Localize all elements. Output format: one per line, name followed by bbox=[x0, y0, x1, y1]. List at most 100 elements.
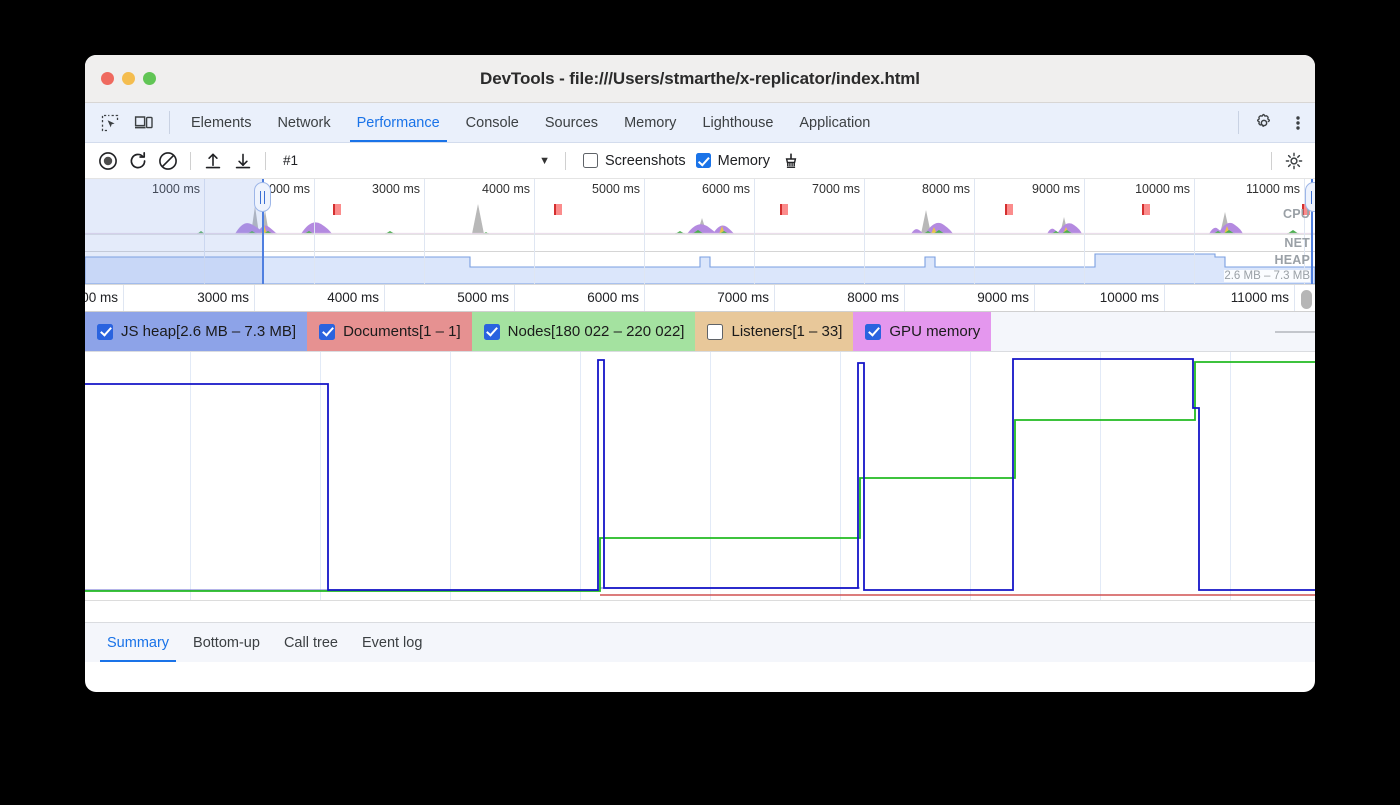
overview-heap-separator bbox=[85, 251, 1315, 252]
load-profile-icon[interactable] bbox=[198, 147, 228, 175]
ruler-tick: 6000 ms bbox=[644, 285, 645, 311]
tab-console[interactable]: Console bbox=[453, 103, 532, 142]
counter-toggle-documents[interactable]: Documents[1 – 1] bbox=[307, 312, 472, 351]
memory-counters-chart[interactable] bbox=[85, 352, 1315, 600]
devtools-window: DevTools - file:///Users/stmarthe/x-repl… bbox=[85, 55, 1315, 692]
counter-toggle-gpu-memory[interactable]: GPU memory bbox=[853, 312, 991, 351]
record-button[interactable] bbox=[93, 147, 123, 175]
ruler-tick: 9000 ms bbox=[1034, 285, 1035, 311]
ruler-tick: 3000 ms bbox=[254, 285, 255, 311]
minimize-button[interactable] bbox=[122, 72, 135, 85]
screenshots-checkbox[interactable]: Screenshots bbox=[583, 153, 686, 169]
checkbox-box bbox=[865, 324, 881, 340]
overview-tick-label: 5000 ms bbox=[592, 182, 640, 196]
overview-tick-label: 8000 ms bbox=[922, 182, 970, 196]
window-controls bbox=[101, 72, 156, 85]
overview-window-left-grip[interactable] bbox=[254, 182, 271, 212]
details-tab-bar: Summary Bottom-up Call tree Event log bbox=[85, 622, 1315, 662]
ruler-tick: 11000 ms bbox=[1294, 285, 1295, 311]
tab-application[interactable]: Application bbox=[786, 103, 883, 142]
overview-tick: 5000 ms bbox=[644, 179, 645, 284]
tab-network[interactable]: Network bbox=[264, 103, 343, 142]
overview-tick-label: 1000 ms bbox=[152, 182, 200, 196]
zoom-button[interactable] bbox=[143, 72, 156, 85]
tabbar-divider bbox=[169, 111, 170, 134]
overview-event-marker[interactable] bbox=[333, 204, 341, 215]
overview-tick-label: 7000 ms bbox=[812, 182, 860, 196]
tab-lighthouse[interactable]: Lighthouse bbox=[689, 103, 786, 142]
checkbox-box bbox=[97, 324, 113, 340]
overview-event-marker[interactable] bbox=[1005, 204, 1013, 215]
capture-settings-gear-icon[interactable] bbox=[1279, 147, 1309, 175]
overview-tick: 6000 ms bbox=[754, 179, 755, 284]
overview-event-marker[interactable] bbox=[554, 204, 562, 215]
tab-label: Lighthouse bbox=[702, 115, 773, 131]
toolbar-divider-4 bbox=[1271, 152, 1272, 170]
tab-bottom-up[interactable]: Bottom-up bbox=[181, 623, 272, 662]
tab-sources[interactable]: Sources bbox=[532, 103, 611, 142]
tab-label: Application bbox=[799, 115, 870, 131]
timeline-ruler: 00 ms 3000 ms 4000 ms 5000 ms 6000 ms 70… bbox=[85, 284, 1315, 312]
overview-cpu-label: CPU bbox=[1283, 207, 1310, 221]
counter-toggle-listeners[interactable]: Listeners[1 – 33] bbox=[695, 312, 853, 351]
ruler-tick: 5000 ms bbox=[514, 285, 515, 311]
tabbar-divider-right bbox=[1238, 111, 1239, 134]
tab-summary[interactable]: Summary bbox=[95, 623, 181, 662]
memory-checkbox[interactable]: Memory bbox=[696, 153, 770, 169]
tab-memory[interactable]: Memory bbox=[611, 103, 689, 142]
timeline-overview[interactable]: 1000 ms 2000 ms 3000 ms 4000 ms 5000 ms … bbox=[85, 179, 1315, 284]
chevron-down-icon: ▼ bbox=[539, 155, 550, 167]
device-toolbar-icon[interactable] bbox=[127, 103, 161, 142]
counter-label: Listeners[1 – 33] bbox=[731, 323, 842, 340]
counter-label: Nodes[180 022 – 220 022] bbox=[508, 323, 685, 340]
tab-elements[interactable]: Elements bbox=[178, 103, 264, 142]
overview-tick: 10000 ms bbox=[1194, 179, 1195, 284]
toolbar-divider-3 bbox=[565, 152, 566, 170]
tab-performance[interactable]: Performance bbox=[344, 103, 453, 142]
gear-icon[interactable] bbox=[1247, 103, 1281, 142]
overview-tick-label: 4000 ms bbox=[482, 182, 530, 196]
ruler-tick-label: 6000 ms bbox=[587, 290, 639, 305]
overview-net-separator bbox=[85, 234, 1315, 235]
close-button[interactable] bbox=[101, 72, 114, 85]
tab-label: Performance bbox=[357, 115, 440, 131]
hamburger-menu-icon[interactable] bbox=[1275, 312, 1315, 351]
overview-tick: 7000 ms bbox=[864, 179, 865, 284]
more-options-icon[interactable] bbox=[1281, 103, 1315, 142]
counter-toggle-nodes[interactable]: Nodes[180 022 – 220 022] bbox=[472, 312, 696, 351]
profile-select[interactable]: #1 ▼ bbox=[273, 148, 558, 174]
clear-button[interactable] bbox=[153, 147, 183, 175]
checkbox-box bbox=[696, 153, 711, 168]
tab-call-tree[interactable]: Call tree bbox=[272, 623, 350, 662]
overview-event-marker[interactable] bbox=[1142, 204, 1150, 215]
overview-event-marker[interactable] bbox=[780, 204, 788, 215]
counter-toggle-js-heap[interactable]: JS heap[2.6 MB – 7.3 MB] bbox=[85, 312, 307, 351]
checkbox-box bbox=[484, 324, 500, 340]
toolbar-divider bbox=[190, 152, 191, 170]
performance-toolbar: #1 ▼ Screenshots Memory bbox=[85, 143, 1315, 179]
tab-event-log[interactable]: Event log bbox=[350, 623, 434, 662]
tab-label: Sources bbox=[545, 115, 598, 131]
record-reload-button[interactable] bbox=[123, 147, 153, 175]
checkbox-box bbox=[707, 324, 723, 340]
collect-garbage-icon[interactable] bbox=[776, 147, 806, 175]
inspect-element-icon[interactable] bbox=[93, 103, 127, 142]
counter-label: GPU memory bbox=[889, 323, 980, 340]
panel-tab-bar: Elements Network Performance Console Sou… bbox=[85, 103, 1315, 143]
series-nodes bbox=[85, 362, 1315, 591]
overview-tick: 3000 ms bbox=[424, 179, 425, 284]
ruler-tick: 8000 ms bbox=[904, 285, 905, 311]
timeline-scrollbar-thumb[interactable] bbox=[1301, 290, 1312, 309]
overview-heap-range: 2.6 MB – 7.3 MB bbox=[1224, 270, 1310, 282]
window-title: DevTools - file:///Users/stmarthe/x-repl… bbox=[85, 69, 1315, 89]
save-profile-icon[interactable] bbox=[228, 147, 258, 175]
tab-label: Network bbox=[277, 115, 330, 131]
ruler-tick-label: 11000 ms bbox=[1231, 290, 1289, 305]
overview-tick: 4000 ms bbox=[534, 179, 535, 284]
overview-tick-label: 6000 ms bbox=[702, 182, 750, 196]
overview-net-label: NET bbox=[1284, 236, 1310, 250]
chart-series-lines bbox=[85, 352, 1315, 600]
memory-counters-legend: JS heap[2.6 MB – 7.3 MB] Documents[1 – 1… bbox=[85, 312, 1315, 352]
overview-window-right-grip[interactable] bbox=[1305, 182, 1315, 212]
series-js-heap bbox=[85, 359, 1315, 590]
